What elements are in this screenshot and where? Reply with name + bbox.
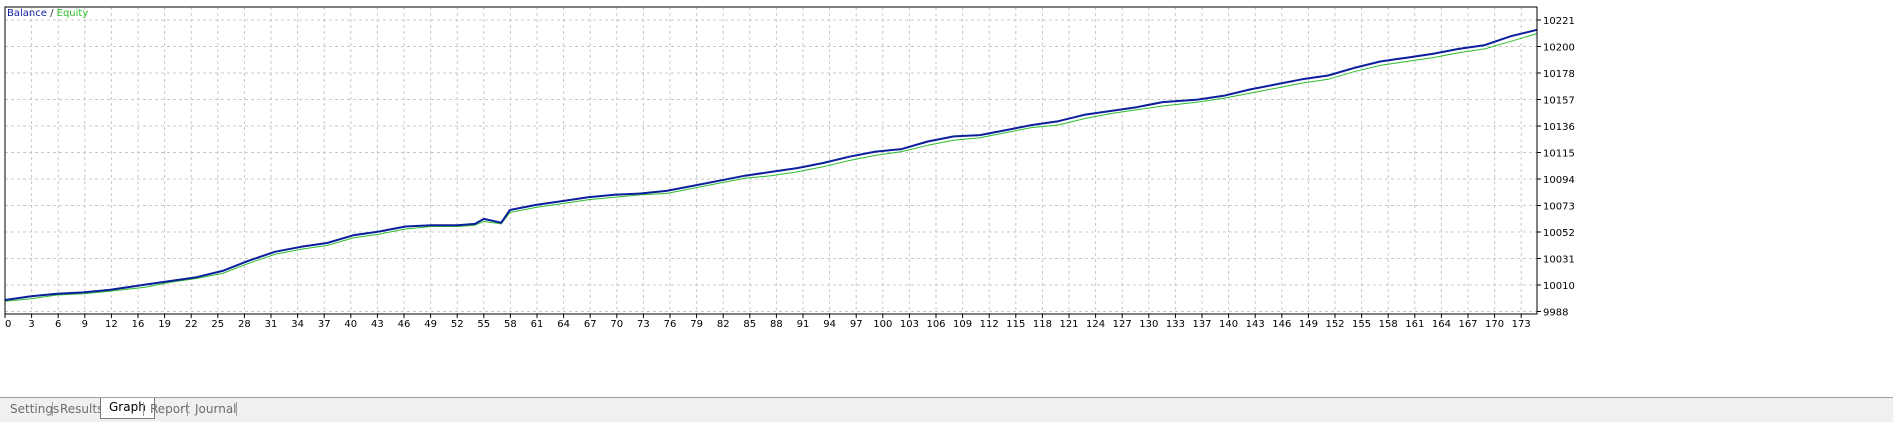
y-tick-label: 10200 (1543, 43, 1575, 54)
x-tick-label: 76 (664, 319, 677, 330)
y-tick-label: 10115 (1543, 149, 1575, 160)
y-tick-label: 10221 (1543, 16, 1575, 27)
x-tick-label: 91 (797, 319, 810, 330)
x-tick-label: 43 (371, 319, 384, 330)
x-tick-label: 106 (926, 319, 945, 330)
y-tick-label: 10178 (1543, 69, 1575, 80)
x-tick-label: 161 (1405, 319, 1424, 330)
x-tick-label: 103 (900, 319, 919, 330)
tab-separator (187, 402, 188, 416)
x-tick-label: 0 (5, 319, 11, 330)
x-tick-label: 109 (953, 319, 972, 330)
x-tick-label: 140 (1219, 319, 1238, 330)
x-tick-label: 70 (610, 319, 623, 330)
x-tick-label: 155 (1352, 319, 1371, 330)
x-tick-label: 16 (132, 319, 145, 330)
x-tick-label: 73 (637, 319, 650, 330)
x-tick-label: 40 (344, 319, 357, 330)
y-tick-label: 10010 (1543, 281, 1575, 292)
y-tick-label: 10136 (1543, 122, 1575, 133)
y-tick-label: 10031 (1543, 255, 1575, 266)
balance-line (4, 28, 1538, 301)
x-tick-label: 158 (1379, 319, 1398, 330)
x-tick-label: 55 (477, 319, 490, 330)
x-tick-label: 127 (1113, 319, 1132, 330)
x-tick-label: 121 (1059, 319, 1078, 330)
x-tick-label: 133 (1166, 319, 1185, 330)
y-tick-label: 10073 (1543, 202, 1575, 213)
x-tick-label: 137 (1192, 319, 1211, 330)
tab-separator (236, 402, 237, 416)
legend-separator: / (50, 8, 54, 19)
x-tick-label: 64 (557, 319, 570, 330)
x-tick-label: 152 (1325, 319, 1344, 330)
x-tick-label: 12 (105, 319, 118, 330)
x-tick-label: 25 (211, 319, 224, 330)
x-tick-label: 34 (291, 319, 304, 330)
x-tick-label: 100 (873, 319, 892, 330)
plot-frame (4, 6, 1538, 315)
chart-legend: Balance / Equity (7, 8, 88, 19)
legend-equity: Equity (56, 8, 89, 19)
x-tick-label: 170 (1485, 319, 1504, 330)
tab-separator (52, 402, 53, 416)
balance-equity-chart: 1022110200101781015710136101151009410073… (4, 6, 1575, 330)
x-tick-label: 143 (1246, 319, 1265, 330)
y-tick-label: 10052 (1543, 228, 1575, 239)
x-tick-label: 49 (424, 319, 437, 330)
x-tick-label: 46 (398, 319, 411, 330)
x-tick-label: 6 (55, 319, 61, 330)
x-tick-label: 9 (82, 319, 88, 330)
x-tick-label: 112 (980, 319, 999, 330)
x-tick-label: 124 (1086, 319, 1105, 330)
x-tick-label: 61 (531, 319, 544, 330)
y-tick-label: 9988 (1543, 308, 1568, 319)
x-tick-label: 149 (1299, 319, 1318, 330)
x-tick-label: 167 (1458, 319, 1477, 330)
x-tick-label: 130 (1139, 319, 1158, 330)
x-tick-label: 173 (1512, 319, 1531, 330)
y-tick-label: 10094 (1543, 175, 1575, 186)
x-tick-label: 94 (823, 319, 836, 330)
tester-tab-bar: Settings Results Graph Report Journal (0, 397, 1893, 422)
legend-balance: Balance (7, 8, 47, 19)
tab-results[interactable]: Results (60, 400, 103, 418)
x-tick-label: 58 (504, 319, 517, 330)
x-tick-label: 82 (717, 319, 730, 330)
x-tick-label: 97 (850, 319, 863, 330)
x-tick-label: 118 (1033, 319, 1052, 330)
x-tick-label: 85 (743, 319, 756, 330)
x-tick-label: 22 (185, 319, 198, 330)
x-tick-label: 37 (318, 319, 331, 330)
tab-graph[interactable]: Graph (100, 398, 155, 419)
equity-line (4, 33, 1538, 302)
x-tick-label: 115 (1006, 319, 1025, 330)
tab-separator (143, 402, 144, 416)
x-tick-label: 146 (1272, 319, 1291, 330)
x-tick-label: 3 (28, 319, 34, 330)
tab-journal[interactable]: Journal (195, 400, 237, 418)
tab-report[interactable]: Report (150, 400, 190, 418)
x-tick-label: 164 (1432, 319, 1451, 330)
x-tick-label: 88 (770, 319, 783, 330)
x-tick-label: 67 (584, 319, 597, 330)
x-tick-label: 52 (451, 319, 464, 330)
x-tick-label: 79 (690, 319, 703, 330)
x-tick-label: 31 (265, 319, 278, 330)
chart-panel: 10221 10200 10178 10157 10136 10115 10094 10073… (0, 0, 1893, 398)
y-tick-label: 10157 (1543, 96, 1575, 107)
x-tick-label: 28 (238, 319, 251, 330)
x-tick-label: 19 (158, 319, 171, 330)
